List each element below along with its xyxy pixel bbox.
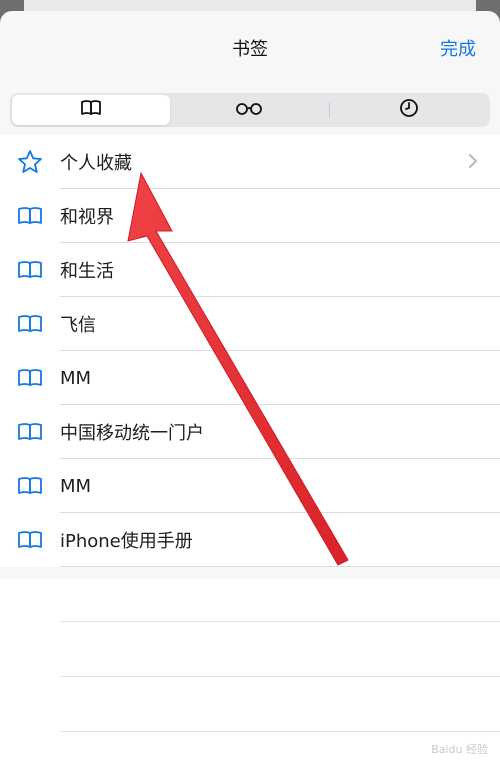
reading-list-icon: [235, 101, 263, 120]
bookmark-label: MM: [60, 367, 92, 389]
book-icon: [0, 314, 60, 334]
bookmark-label: iPhone使用手册: [60, 531, 193, 552]
book-icon: [0, 422, 60, 442]
book-icon: [0, 368, 60, 388]
screen: 书签 完成 个人收藏 和视界 和生活 飞信 MM 中国移动统一门户 MM iPh…: [0, 0, 500, 765]
bookmark-label: 飞信: [60, 315, 96, 336]
list-item[interactable]: 和生活: [0, 243, 500, 297]
tab-bookmarks[interactable]: [12, 95, 171, 125]
navigation-bar: 书签 完成: [0, 11, 500, 83]
empty-list-area: [0, 579, 500, 765]
book-icon: [0, 206, 60, 226]
bookmarks-sheet: 书签 完成 个人收藏 和视界 和生活 飞信 MM 中国移动统一门户 MM iPh…: [0, 11, 500, 765]
list-item[interactable]: MM: [0, 351, 500, 405]
watermark-logo: Baidu 经验: [431, 743, 488, 756]
bookmark-label: MM: [60, 475, 92, 497]
book-icon: [0, 260, 60, 280]
tab-history[interactable]: [330, 95, 488, 125]
tab-reading-list[interactable]: [170, 95, 328, 125]
done-button[interactable]: 完成: [440, 35, 476, 61]
book-icon: [80, 99, 102, 121]
bookmark-label: 中国移动统一门户: [60, 423, 204, 444]
chevron-right-icon: [468, 153, 478, 173]
empty-row-divider: [60, 676, 500, 677]
list-item[interactable]: 和视界: [0, 189, 500, 243]
bookmark-label: 个人收藏: [60, 153, 132, 174]
bookmark-segmented-control: [10, 93, 490, 127]
empty-row-divider: [60, 731, 500, 732]
bookmark-label: 和生活: [60, 261, 114, 282]
list-item[interactable]: MM: [0, 459, 500, 513]
book-icon: [0, 476, 60, 496]
list-item[interactable]: 中国移动统一门户: [0, 405, 500, 459]
history-icon: [399, 98, 419, 122]
list-item[interactable]: iPhone使用手册: [0, 513, 500, 567]
empty-row-divider: [60, 621, 500, 622]
book-icon: [0, 530, 60, 550]
bookmark-label: 和视界: [60, 207, 114, 228]
star-icon: [0, 149, 60, 175]
bookmark-list: 个人收藏 和视界 和生活 飞信 MM 中国移动统一门户 MM iPhone使用手…: [0, 135, 500, 567]
list-item[interactable]: 飞信: [0, 297, 500, 351]
page-title: 书签: [232, 39, 268, 60]
list-item-favorites[interactable]: 个人收藏: [0, 135, 500, 189]
